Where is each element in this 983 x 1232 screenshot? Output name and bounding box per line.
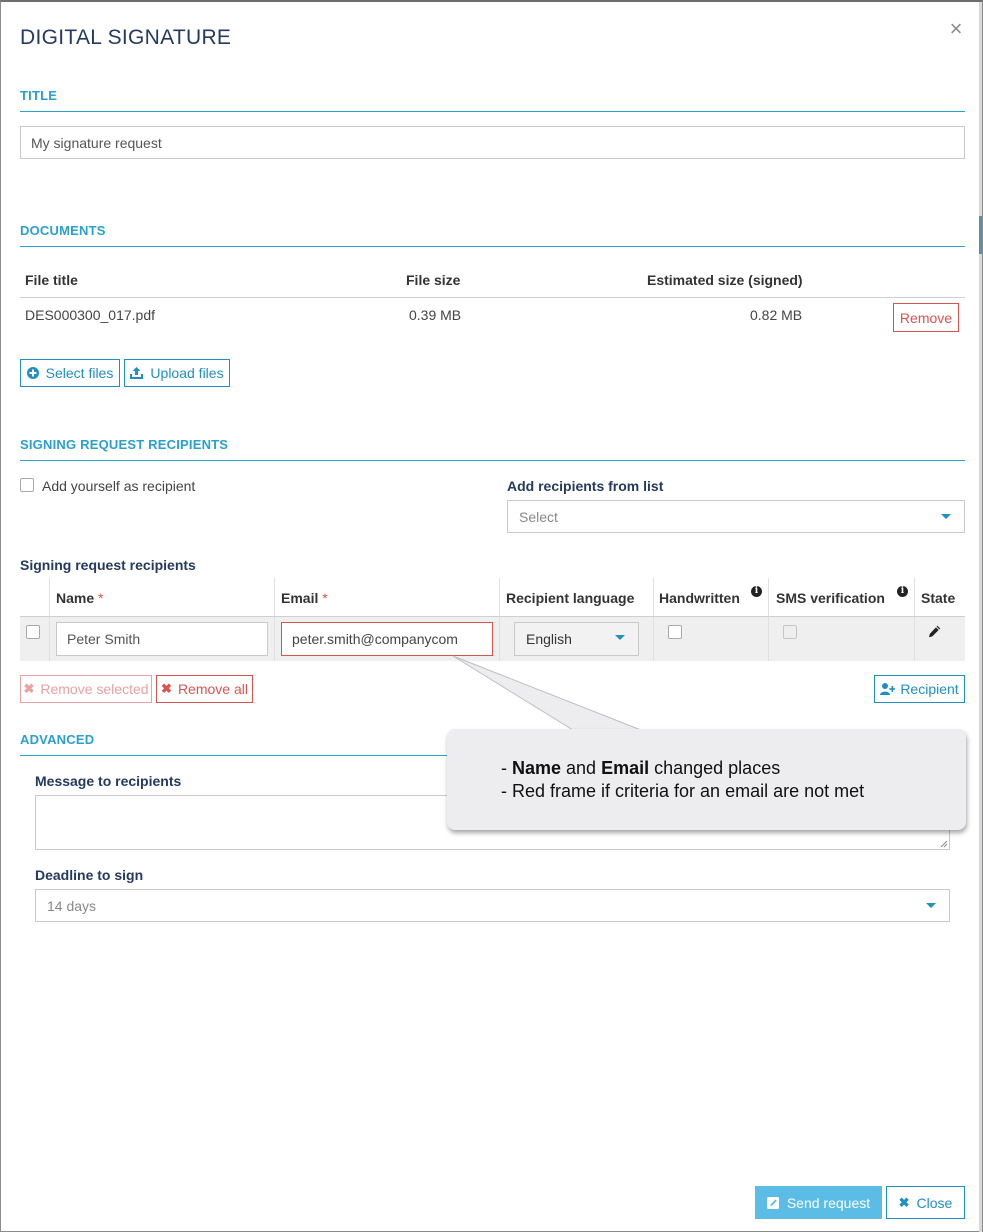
required-mark: * <box>98 590 104 606</box>
add-yourself-checkbox[interactable] <box>20 478 34 492</box>
remove-selected-label: Remove selected <box>40 681 149 697</box>
select-files-label: Select files <box>45 365 114 381</box>
annotation-line-2: - Red frame if criteria for an email are… <box>501 781 865 801</box>
add-from-list-label: Add recipients from list <box>507 478 664 494</box>
document-file-title: DES000300_017.pdf <box>25 307 155 323</box>
col-handwritten: Handwritten <box>659 590 740 606</box>
deadline-value: 14 days <box>47 897 97 914</box>
dialog-right-edge <box>979 2 982 1232</box>
recipients-table-title: Signing request recipients <box>20 557 196 573</box>
col-name: Name * <box>56 590 103 606</box>
handwritten-checkbox[interactable] <box>668 625 682 639</box>
remove-document-label: Remove <box>899 309 953 326</box>
add-from-list-select[interactable]: Select <box>507 500 965 533</box>
x-icon: ✖ <box>161 681 172 696</box>
x-icon: ✖ <box>898 1194 910 1210</box>
language-caret-icon[interactable] <box>615 635 625 640</box>
col-file-title: File title <box>25 272 78 288</box>
add-recipient-label: Recipient <box>900 681 959 697</box>
title-section-rule <box>20 111 965 112</box>
signature-icon <box>766 1196 779 1209</box>
close-label: Close <box>916 1194 953 1211</box>
x-icon: ✖ <box>23 681 35 696</box>
deadline-select[interactable]: 14 days <box>35 889 950 922</box>
remove-selected-button[interactable]: ✖ Remove selected <box>20 675 152 703</box>
add-from-list-placeholder: Select <box>519 508 558 525</box>
deadline-label: Deadline to sign <box>35 867 144 883</box>
column-separator <box>768 617 769 661</box>
column-separator <box>274 617 275 661</box>
annotation-text: - Name and Email changed places - Red fr… <box>501 757 864 803</box>
sms-info-icon[interactable]: i <box>897 586 908 597</box>
column-separator <box>914 617 915 661</box>
scroll-marker[interactable] <box>979 216 982 254</box>
user-plus-icon <box>880 683 896 695</box>
select-files-button[interactable]: Select files <box>20 359 120 387</box>
annotation-line-1: - Name and Email changed places <box>501 758 781 778</box>
advanced-section-rule <box>20 755 450 756</box>
row-select-checkbox[interactable] <box>26 625 40 639</box>
deadline-caret-icon[interactable] <box>926 903 936 908</box>
documents-section-rule <box>20 246 965 247</box>
col-name-label: Name <box>56 590 95 606</box>
title-input[interactable] <box>20 126 965 159</box>
sms-verification-checkbox <box>783 625 797 639</box>
close-icon[interactable]: × <box>945 16 967 42</box>
title-section-heading: TITLE <box>20 88 58 103</box>
recipient-name-input[interactable] <box>56 622 268 656</box>
col-email-label: Email <box>281 590 319 606</box>
add-yourself-label: Add yourself as recipient <box>42 478 196 494</box>
recipients-section-rule <box>20 460 965 461</box>
advanced-section-heading: ADVANCED <box>20 732 95 747</box>
handwritten-info-icon[interactable]: i <box>751 586 762 597</box>
pencil-icon[interactable] <box>928 625 941 638</box>
remove-document-button[interactable]: Remove <box>893 303 959 332</box>
upload-files-label: Upload files <box>150 365 224 381</box>
col-sms: SMS verification <box>776 590 885 606</box>
dialog-title: DIGITAL SIGNATURE <box>20 26 232 49</box>
remove-all-label: Remove all <box>177 681 248 697</box>
col-language: Recipient language <box>506 590 635 606</box>
column-separator <box>49 617 50 661</box>
document-estimated-size: 0.82 MB <box>750 307 803 323</box>
required-mark: * <box>322 590 328 606</box>
digital-signature-dialog: DIGITAL SIGNATURE × TITLE DOCUMENTS File… <box>0 0 983 1232</box>
remove-all-button[interactable]: ✖ Remove all <box>156 675 253 703</box>
upload-files-button[interactable]: Upload files <box>124 359 230 387</box>
col-estimated-size: Estimated size (signed) <box>647 272 803 288</box>
add-recipient-button[interactable]: Recipient <box>874 675 965 703</box>
send-request-label: Send request <box>786 1194 871 1211</box>
col-file-size: File size <box>406 272 461 288</box>
recipient-email-input[interactable] <box>281 622 493 656</box>
col-state: State <box>921 590 956 606</box>
close-button[interactable]: ✖ Close <box>886 1186 965 1219</box>
resize-grip-icon[interactable] <box>940 840 948 848</box>
recipients-section-heading: SIGNING REQUEST RECIPIENTS <box>20 437 229 452</box>
send-request-button[interactable]: Send request <box>755 1186 882 1219</box>
add-from-list-caret-icon[interactable] <box>941 514 951 519</box>
message-label: Message to recipients <box>35 773 182 789</box>
upload-icon <box>130 367 144 379</box>
col-email: Email * <box>281 590 328 606</box>
documents-section-heading: DOCUMENTS <box>20 223 106 238</box>
document-file-size: 0.39 MB <box>409 307 462 323</box>
recipient-language-value: English <box>526 631 572 647</box>
documents-header-rule <box>20 297 965 298</box>
plus-circle-icon <box>26 367 39 379</box>
